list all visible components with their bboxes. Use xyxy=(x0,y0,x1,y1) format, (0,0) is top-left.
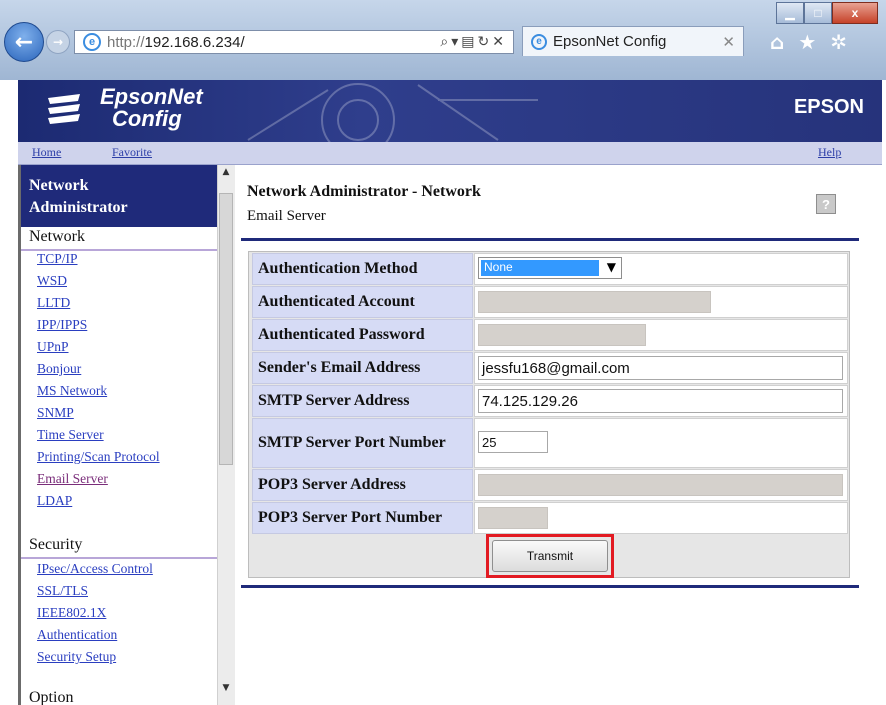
scrollbar-thumb[interactable] xyxy=(219,193,233,465)
close-tab-icon[interactable]: ✕ xyxy=(722,33,735,51)
chevron-down-icon: ▼ xyxy=(606,260,616,274)
pop3-port-input[interactable] xyxy=(478,507,548,529)
sidebar-item-printing-scan-protocol[interactable]: Printing/Scan Protocol xyxy=(37,449,160,465)
auth-method-label: Authentication Method xyxy=(252,253,473,285)
sidebar-section-option: Option xyxy=(29,689,74,705)
sidebar-item-security-setup[interactable]: Security Setup xyxy=(37,649,116,665)
section-divider xyxy=(21,557,217,559)
sidebar-item-time-server[interactable]: Time Server xyxy=(37,427,104,443)
auth-method-select[interactable]: None ▼ xyxy=(478,257,622,279)
minimize-button[interactable]: ▁ xyxy=(776,2,804,24)
refresh-icon[interactable]: ↻ xyxy=(478,34,493,50)
address-bar[interactable]: e http://192.168.6.234/ ⌕▾▤↻✕ xyxy=(74,30,514,54)
auth-method-selected: None xyxy=(481,260,599,276)
logo-text: EpsonNet Config xyxy=(100,86,203,130)
help-link[interactable]: Help xyxy=(818,145,841,160)
search-icon[interactable]: ⌕ xyxy=(440,34,451,50)
home-link[interactable]: Home xyxy=(32,145,61,160)
address-bar-icons[interactable]: ⌕▾▤↻✕ xyxy=(440,34,507,50)
sidebar-item-authentication[interactable]: Authentication xyxy=(37,627,117,643)
sidebar-item-email-server[interactable]: Email Server xyxy=(37,471,108,487)
sidebar-item-ipsec-access-control[interactable]: IPsec/Access Control xyxy=(37,561,153,577)
url-prefix: http:// xyxy=(107,33,145,51)
gear-icon[interactable]: ✲ xyxy=(830,30,847,54)
maximize-button[interactable]: □ xyxy=(804,2,832,24)
sidebar-item-tcp-ip[interactable]: TCP/IP xyxy=(37,251,78,267)
pop3-port-label: POP3 Server Port Number xyxy=(252,502,473,534)
stop-icon[interactable]: ✕ xyxy=(492,34,507,50)
sidebar-section-security: Security xyxy=(29,536,83,553)
sidebar-title-line2: Administrator xyxy=(29,199,128,216)
smtp-port-label: SMTP Server Port Number xyxy=(252,418,473,468)
top-divider xyxy=(241,238,859,241)
close-button[interactable]: x xyxy=(832,2,878,24)
sidebar-item-lltd[interactable]: LLTD xyxy=(37,295,70,311)
sidebar-item-upnp[interactable]: UPnP xyxy=(37,339,69,355)
sidebar-item-ldap[interactable]: LDAP xyxy=(37,493,72,509)
auth-password-label: Authenticated Password xyxy=(252,319,473,351)
sidebar-section-network: Network xyxy=(29,228,85,245)
sidebar-item-ieee8021x[interactable]: IEEE802.1X xyxy=(37,605,106,621)
sender-email-label: Sender's Email Address xyxy=(252,352,473,384)
ie-logo-icon: e xyxy=(83,33,101,51)
sidebar-item-wsd[interactable]: WSD xyxy=(37,273,67,289)
auth-account-label: Authenticated Account xyxy=(252,286,473,318)
epson-header: EpsonNet Config EPSON xyxy=(18,80,882,142)
header-decoration xyxy=(247,83,538,142)
epson-brand: EPSON xyxy=(793,96,864,118)
arrow-left-icon: ← xyxy=(14,29,34,55)
nav-strip: Home Favorite Help xyxy=(18,142,882,165)
sidebar: Network Administrator Network TCP/IP WSD… xyxy=(18,165,235,705)
scroll-down-icon[interactable]: ▼ xyxy=(217,683,235,699)
sender-email-input[interactable]: jessfu168@gmail.com xyxy=(478,356,843,380)
bottom-divider xyxy=(241,585,859,588)
smtp-address-input[interactable]: 74.125.129.26 xyxy=(478,389,843,413)
window-controls: ▁ □ x xyxy=(776,2,878,24)
pop3-address-label: POP3 Server Address xyxy=(252,469,473,501)
favorites-star-icon[interactable]: ★ xyxy=(798,30,816,54)
sidebar-item-bonjour[interactable]: Bonjour xyxy=(37,361,81,377)
browser-toolbar-icons: ⌂ ★ ✲ xyxy=(770,30,847,54)
compat-view-icon[interactable]: ▤ xyxy=(461,34,477,50)
smtp-port-input[interactable]: 25 xyxy=(478,431,548,453)
tab-epsonnet-config[interactable]: e EpsonNet Config ✕ xyxy=(522,26,744,56)
arrow-right-icon: → xyxy=(52,35,64,49)
transmit-button[interactable]: Transmit xyxy=(492,540,608,572)
auth-password-input[interactable] xyxy=(478,324,646,346)
pop3-address-input[interactable] xyxy=(478,474,843,496)
auth-account-input[interactable] xyxy=(478,291,711,313)
sidebar-item-ssl-tls[interactable]: SSL/TLS xyxy=(37,583,88,599)
ie-logo-icon: e xyxy=(531,33,547,50)
sidebar-title-line1: Network xyxy=(29,177,89,194)
page-title: Network Administrator - Network xyxy=(247,183,481,200)
smtp-address-label: SMTP Server Address xyxy=(252,385,473,417)
logo-line2: Config xyxy=(112,106,182,131)
logo-line1: EpsonNet xyxy=(100,84,203,109)
favorite-link[interactable]: Favorite xyxy=(112,145,152,160)
page-subtitle: Email Server xyxy=(247,208,326,224)
help-icon[interactable]: ? xyxy=(816,194,836,214)
url-host: 192.168.6.234/ xyxy=(144,33,245,51)
back-button[interactable]: ← xyxy=(4,22,44,62)
tab-title: EpsonNet Config xyxy=(553,33,667,50)
sidebar-title: Network Administrator xyxy=(29,175,209,219)
sidebar-item-snmp[interactable]: SNMP xyxy=(37,405,74,421)
sidebar-header: Network Administrator xyxy=(21,165,217,227)
scroll-up-icon[interactable]: ▲ xyxy=(217,167,235,183)
sidebar-item-ipp-ipps[interactable]: IPP/IPPS xyxy=(37,317,87,333)
epsonnet-logo-icon xyxy=(48,94,80,124)
home-icon[interactable]: ⌂ xyxy=(770,30,784,54)
sidebar-item-ms-network[interactable]: MS Network xyxy=(37,383,107,399)
forward-button[interactable]: → xyxy=(46,30,70,54)
